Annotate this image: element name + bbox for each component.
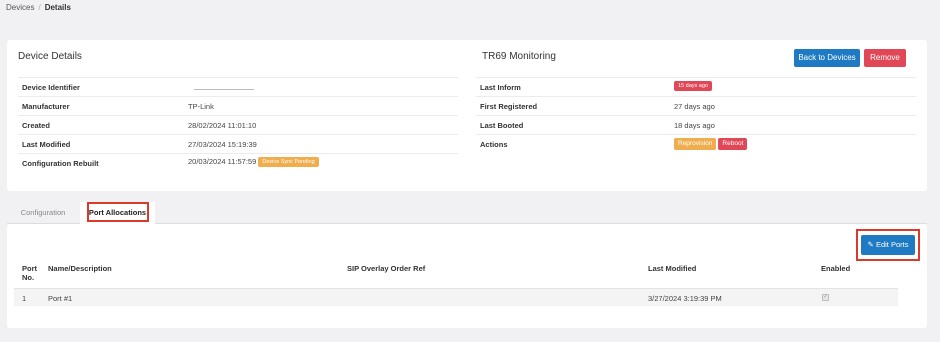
last-modified-row: Last Modified 27/03/2024 15:19:39 <box>18 134 458 152</box>
actions-row: Actions Reprovision Reboot <box>476 134 916 152</box>
breadcrumb-devices-link[interactable]: Devices <box>6 3 34 12</box>
first-registered-label: First Registered <box>480 102 538 111</box>
breadcrumb: Devices / Details <box>6 3 71 12</box>
first-registered-row: First Registered 27 days ago <box>476 96 916 114</box>
last-modified-label: Last Modified <box>22 140 71 149</box>
configuration-rebuilt-label: Configuration Rebuilt <box>22 159 99 168</box>
configuration-rebuilt-row: Configuration Rebuilt 20/03/2024 11:57:5… <box>18 153 458 171</box>
reprovision-button[interactable]: Reprovision <box>674 138 717 150</box>
last-booted-row: Last Booted 18 days ago <box>476 115 916 133</box>
last-modified-cell: 3/27/2024 3:19:39 PM <box>648 294 722 303</box>
col-port-no: Port No. <box>22 264 37 282</box>
manufacturer-row: Manufacturer TP-Link <box>18 96 458 114</box>
tr69-monitoring-title: TR69 Monitoring <box>482 51 556 62</box>
port-number-cell: 1 <box>22 294 27 303</box>
created-row: Created 28/02/2024 11:01:10 <box>18 115 458 133</box>
remove-button[interactable]: Remove <box>864 49 906 67</box>
col-name-description: Name/Description <box>48 264 112 273</box>
table-row: 1 Port #1 3/27/2024 3:19:39 PM <box>14 288 898 306</box>
col-port-no-line1: Port <box>22 264 37 273</box>
breadcrumb-current: Details <box>44 3 71 12</box>
configuration-rebuilt-value-wrap: 20/03/2024 11:57:59 Device Sync Pending <box>188 157 319 168</box>
device-details-card: Device Details TR69 Monitoring Back to D… <box>7 40 927 191</box>
enabled-checkbox[interactable]: ✓ <box>822 294 829 301</box>
tab-highlight-box <box>87 202 149 222</box>
back-to-devices-button[interactable]: Back to Devices <box>794 49 860 67</box>
created-value: 28/02/2024 11:01:10 <box>188 121 257 130</box>
configuration-rebuilt-value: 20/03/2024 11:57:59 <box>188 157 257 166</box>
last-modified-value: 27/03/2024 15:19:39 <box>188 140 257 149</box>
last-booted-value: 18 days ago <box>674 121 715 130</box>
last-inform-label: Last Inform <box>480 83 521 92</box>
created-label: Created <box>22 121 50 130</box>
device-identifier-label: Device Identifier <box>22 83 80 92</box>
tab-configuration[interactable]: Configuration <box>15 202 71 224</box>
device-sync-pending-badge: Device Sync Pending <box>258 157 319 168</box>
reboot-button[interactable]: Reboot <box>718 138 748 150</box>
last-inform-badge: 15 days ago <box>674 81 712 92</box>
port-allocations-card <box>7 224 927 328</box>
col-sip-overlay-order-ref: SIP Overlay Order Ref <box>347 264 426 273</box>
edit-ports-highlight-box <box>856 229 920 261</box>
manufacturer-value: TP-Link <box>188 102 214 111</box>
breadcrumb-separator: / <box>38 3 41 12</box>
actions-label: Actions <box>480 140 508 149</box>
device-identifier-row: Device Identifier <box>18 77 458 95</box>
redacted-identifier <box>194 89 254 90</box>
last-inform-row: Last Inform 15 days ago <box>476 77 916 95</box>
col-port-no-line2: No. <box>22 273 35 282</box>
col-enabled: Enabled <box>821 264 851 273</box>
first-registered-value: 27 days ago <box>674 102 715 111</box>
last-booted-label: Last Booted <box>480 121 524 130</box>
manufacturer-label: Manufacturer <box>22 102 70 111</box>
port-name-cell: Port #1 <box>48 294 73 303</box>
col-last-modified: Last Modified <box>648 264 697 273</box>
device-details-title: Device Details <box>18 51 82 62</box>
